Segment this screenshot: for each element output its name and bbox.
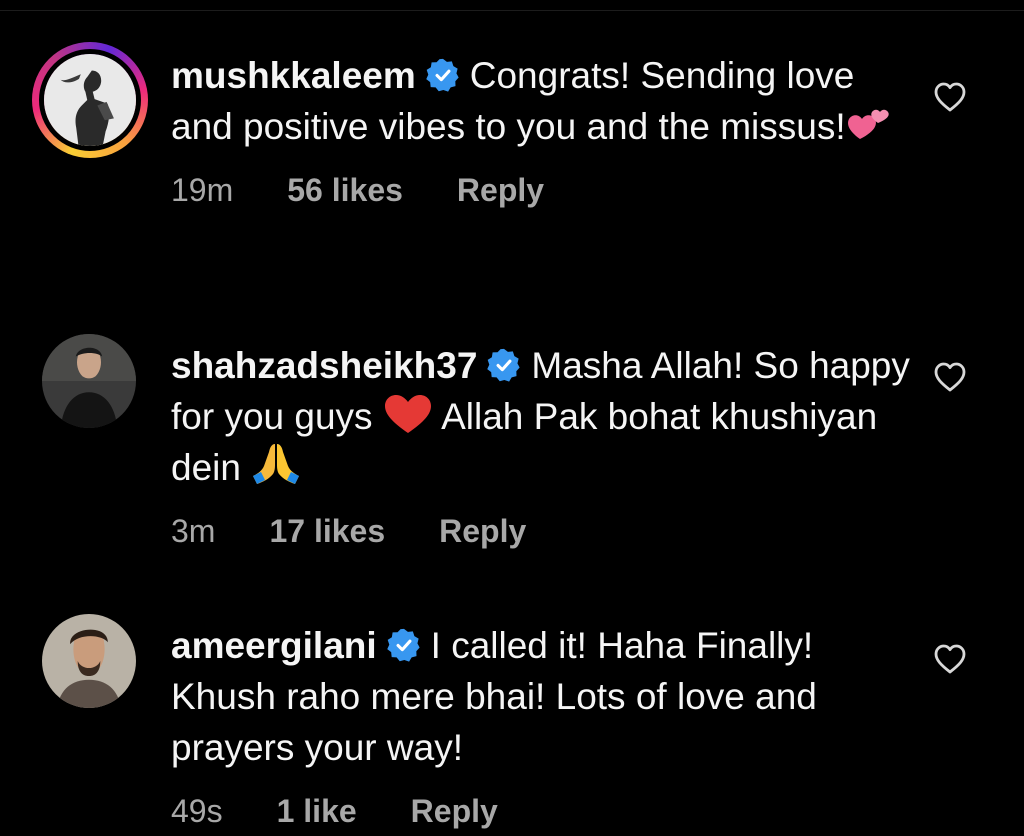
comment-meta: 49s 1 like Reply bbox=[171, 791, 911, 831]
reply-button[interactable]: Reply bbox=[457, 170, 544, 210]
two-hearts-emoji-icon bbox=[847, 109, 889, 139]
comment-likes[interactable]: 1 like bbox=[277, 791, 357, 831]
comment-username[interactable]: shahzadsheikh37 bbox=[171, 345, 477, 386]
verified-badge-icon bbox=[487, 348, 521, 382]
comment-text: mushkkaleem Congrats! Sending love and p… bbox=[171, 50, 911, 152]
avatar[interactable] bbox=[42, 334, 136, 428]
heart-outline-icon[interactable] bbox=[934, 362, 966, 392]
avatar-story-ring[interactable] bbox=[32, 42, 148, 158]
verified-badge-icon bbox=[386, 628, 420, 662]
comment-text: shahzadsheikh37 Masha Allah! So happy fo… bbox=[171, 340, 911, 493]
heart-outline-icon[interactable] bbox=[934, 644, 966, 674]
comment-meta: 3m 17 likes Reply bbox=[171, 511, 911, 551]
comment-time: 3m bbox=[171, 513, 216, 549]
avatar[interactable] bbox=[39, 49, 141, 151]
top-divider bbox=[0, 0, 1024, 11]
comment-text: ameergilani I called it! Haha Finally! K… bbox=[171, 620, 911, 773]
avatar-image bbox=[42, 614, 136, 708]
comment-likes[interactable]: 17 likes bbox=[269, 511, 385, 551]
reply-button[interactable]: Reply bbox=[411, 791, 498, 831]
comment-username[interactable]: ameergilani bbox=[171, 625, 377, 666]
red-heart-emoji-icon bbox=[384, 395, 431, 433]
comment-username[interactable]: mushkkaleem bbox=[171, 55, 416, 96]
comment-body: ameergilani I called it! Haha Finally! K… bbox=[171, 620, 911, 831]
verified-badge-icon bbox=[426, 58, 459, 92]
reply-button[interactable]: Reply bbox=[439, 511, 526, 551]
comment-time: 49s bbox=[171, 793, 223, 829]
comment-likes[interactable]: 56 likes bbox=[287, 170, 403, 210]
comment-body: shahzadsheikh37 Masha Allah! So happy fo… bbox=[171, 340, 911, 551]
comment-time: 19m bbox=[171, 172, 234, 208]
folded-hands-emoji-icon bbox=[253, 444, 300, 484]
avatar-image bbox=[42, 334, 136, 428]
heart-outline-icon[interactable] bbox=[934, 82, 966, 112]
avatar-image bbox=[44, 54, 136, 146]
avatar[interactable] bbox=[42, 614, 136, 708]
comment-meta: 19m 56 likes Reply bbox=[171, 170, 911, 210]
comment-body: mushkkaleem Congrats! Sending love and p… bbox=[171, 50, 911, 210]
